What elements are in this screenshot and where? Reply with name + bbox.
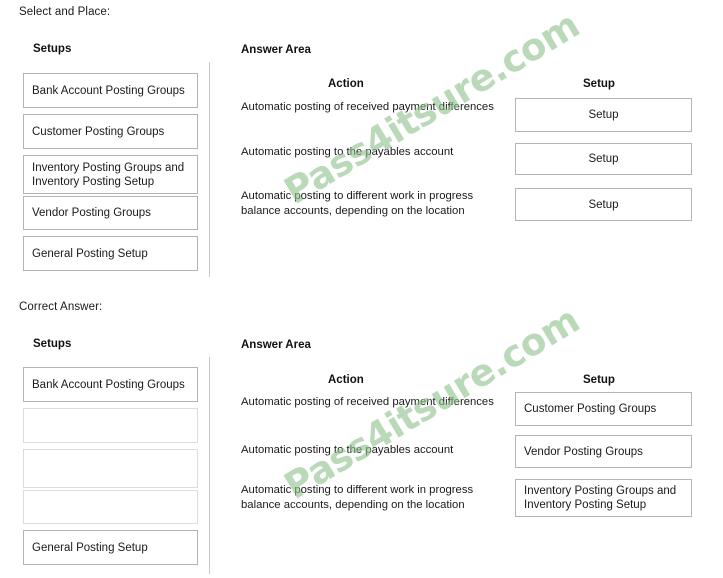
- action-row-text: Automatic posting of received payment di…: [241, 396, 494, 408]
- setup-column-heading: Setup: [583, 374, 615, 386]
- action-row: Automatic posting to different work in p…: [241, 189, 503, 218]
- answer-drop-slot-label: Customer Posting Groups: [524, 403, 657, 415]
- setup-source-item[interactable]: General Posting Setup: [23, 236, 198, 271]
- action-row: Automatic posting of received payment di…: [241, 100, 503, 115]
- action-column-heading: Action: [328, 374, 364, 386]
- action-row-text: Automatic posting to the payables accoun…: [241, 444, 454, 456]
- action-row-text: Automatic posting to different work in p…: [241, 190, 474, 217]
- answer-drop-slot-label: Vendor Posting Groups: [524, 445, 643, 458]
- setup-source-item[interactable]: Vendor Posting Groups: [23, 196, 198, 230]
- setup-source-slot-empty[interactable]: [23, 449, 198, 488]
- answer-drop-slot-label: Setup: [588, 153, 619, 165]
- action-row-text: Automatic posting to different work in p…: [241, 484, 474, 511]
- setup-source-item-label: Customer Posting Groups: [32, 125, 165, 138]
- pane-divider: [209, 62, 210, 277]
- answer-drop-slot-filled[interactable]: Vendor Posting Groups: [515, 435, 692, 468]
- setup-source-item-label: Bank Account Posting Groups: [32, 84, 185, 97]
- setup-source-slot-empty[interactable]: [23, 490, 198, 524]
- setup-source-item-label: General Posting Setup: [32, 541, 148, 554]
- setup-source-item-label: Vendor Posting Groups: [32, 207, 151, 219]
- action-row: Automatic posting to different work in p…: [241, 483, 503, 512]
- setup-source-item[interactable]: Bank Account Posting Groups: [23, 73, 198, 108]
- setup-source-item-label: Inventory Posting Groups and Inventory Po…: [32, 161, 185, 188]
- section-label-correct-answer: Correct Answer:: [19, 301, 103, 313]
- answer-drop-slot[interactable]: Setup: [515, 143, 692, 175]
- setup-column-heading: Setup: [583, 78, 615, 90]
- answer-area-heading: Answer Area: [241, 44, 311, 56]
- action-row-text: Automatic posting of received payment di…: [241, 101, 494, 113]
- answer-drop-slot-filled[interactable]: Customer Posting Groups: [515, 392, 692, 426]
- action-row: Automatic posting of received payment di…: [241, 395, 503, 410]
- answer-drop-slot-label: Setup: [588, 198, 619, 211]
- action-row: Automatic posting to the payables accoun…: [241, 145, 503, 160]
- answer-area-heading: Answer Area: [241, 339, 311, 351]
- setups-column-heading: Setups: [33, 338, 72, 350]
- setups-column-heading: Setups: [33, 43, 72, 55]
- setup-source-item[interactable]: Bank Account Posting Groups: [23, 367, 198, 402]
- answer-drop-slot[interactable]: Setup: [515, 188, 692, 221]
- select-and-place-section: Select and Place: Setups Answer Area Act…: [0, 0, 723, 295]
- pane-divider: [209, 357, 210, 574]
- action-row: Automatic posting to the payables accoun…: [241, 443, 503, 458]
- action-row-text: Automatic posting to the payables accoun…: [241, 146, 454, 158]
- action-column-heading: Action: [328, 78, 364, 90]
- answer-drop-slot-filled[interactable]: Inventory Posting Groups and Inventory Po…: [515, 479, 692, 517]
- setup-source-item-label: Bank Account Posting Groups: [32, 378, 185, 391]
- section-label-select-and-place: Select and Place:: [19, 6, 111, 18]
- setup-source-item[interactable]: Inventory Posting Groups and Inventory Po…: [23, 155, 198, 194]
- setup-source-item[interactable]: Customer Posting Groups: [23, 114, 198, 149]
- answer-drop-slot[interactable]: Setup: [515, 98, 692, 132]
- setup-source-item-label: General Posting Setup: [32, 247, 148, 260]
- answer-drop-slot-label: Setup: [588, 109, 619, 121]
- setup-source-slot-empty[interactable]: [23, 408, 198, 443]
- setup-source-item[interactable]: General Posting Setup: [23, 530, 198, 565]
- answer-drop-slot-label: Inventory Posting Groups and Inventory Po…: [524, 485, 677, 511]
- correct-answer-section: Correct Answer: Setups Answer Area Actio…: [0, 295, 723, 578]
